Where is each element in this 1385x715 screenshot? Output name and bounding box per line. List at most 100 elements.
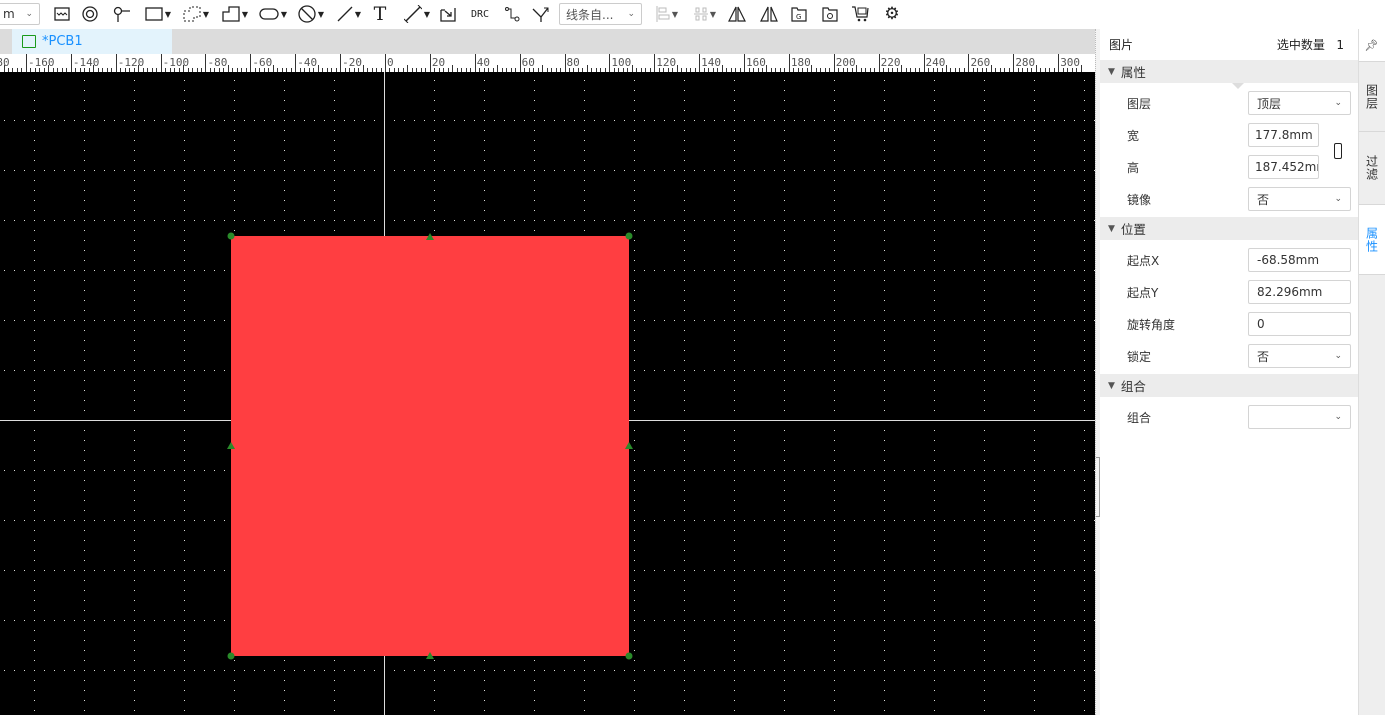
start-y-value: 82.296mm — [1257, 285, 1323, 299]
ruler-label: 280 — [1015, 56, 1035, 69]
ruler-label: -100 — [163, 56, 190, 69]
row-lock: 锁定否 ⌄ — [1100, 340, 1358, 372]
group-select[interactable]: ⌄ — [1248, 405, 1351, 429]
settings-icon[interactable]: ⚙ — [882, 3, 902, 25]
pcb-canvas[interactable] — [0, 72, 1095, 715]
gerber-icon[interactable]: G — [789, 3, 809, 25]
route-mode-value: 线条自... — [566, 7, 614, 22]
polygon-icon[interactable]: ▼ — [220, 3, 250, 25]
unit-select[interactable]: m ⌄ — [0, 3, 40, 25]
route-mode-select[interactable]: 线条自... ⌄ — [559, 3, 642, 25]
side-tabs: 📌︎ 图层 过滤 属性 — [1359, 29, 1385, 715]
resize-handle-tr[interactable] — [625, 232, 633, 240]
mirror-label: 镜像 — [1127, 192, 1152, 207]
properties-panel: 图片 选中数量 1 ▼ 属性 图层 顶层 ⌄ 宽 177.8mm 高 187.452mm 镜… — [1100, 29, 1359, 715]
branch-icon[interactable] — [531, 3, 551, 25]
rect-icon[interactable]: ▼ — [143, 3, 173, 25]
ruler-label: 140 — [701, 56, 721, 69]
lock-label: 锁定 — [1127, 349, 1152, 364]
start-x-label: 起点X — [1127, 253, 1160, 268]
3d-icon[interactable] — [820, 3, 840, 25]
ruler-label: 180 — [791, 56, 811, 69]
section-title: 属性 — [1120, 65, 1146, 80]
layer-select[interactable]: 顶层 ⌄ — [1248, 91, 1351, 115]
circle-slash-icon[interactable]: ▼ — [295, 3, 327, 25]
start-y-input[interactable]: 82.296mm — [1248, 280, 1351, 304]
start-x-value: -68.58mm — [1257, 253, 1320, 267]
selected-image[interactable] — [231, 236, 629, 656]
distribute-icon[interactable]: ▼ — [690, 3, 720, 25]
lock-select[interactable]: 否 ⌄ — [1248, 344, 1351, 368]
height-label: 高 — [1127, 160, 1140, 175]
section-group[interactable]: ▼ 组合 — [1100, 374, 1358, 397]
rotation-input[interactable]: 0 — [1248, 312, 1351, 336]
ruler-label: -140 — [73, 56, 100, 69]
lock-value: 否 — [1257, 349, 1270, 364]
ruler-label: 80 — [567, 56, 580, 69]
chevron-down-icon: ⌄ — [1334, 412, 1342, 422]
row-group: 组合 ⌄ — [1100, 401, 1358, 433]
dimension-icon[interactable]: ▼ — [401, 3, 433, 25]
row-rotation: 旋转角度 0 — [1100, 308, 1358, 340]
horizontal-ruler: -180 -160 -140 -120 -100 -80 -60 -40 -20 0 20 40 60 8… — [0, 54, 1095, 72]
pin-icon[interactable]: 📌︎ — [1359, 29, 1385, 62]
side-tab-filter[interactable]: 过滤 — [1359, 132, 1385, 205]
layer-label: 图层 — [1127, 96, 1152, 111]
row-layer: 图层 顶层 ⌄ — [1100, 87, 1358, 119]
height-input[interactable]: 187.452mm — [1248, 155, 1319, 179]
pad-icon[interactable] — [80, 3, 100, 25]
width-input[interactable]: 177.8mm — [1248, 123, 1319, 147]
resize-handle-br[interactable] — [625, 652, 633, 660]
ellipse-icon[interactable]: ▼ — [257, 3, 289, 25]
unit-value: m — [3, 7, 15, 21]
ruler-label: -20 — [342, 56, 362, 69]
tab-label: *PCB1 — [42, 34, 83, 49]
ruler-label: -80 — [207, 56, 227, 69]
selected-count-label: 选中数量 — [1276, 38, 1325, 52]
row-mirror: 镜像 否 ⌄ — [1100, 183, 1358, 215]
import-icon[interactable] — [438, 3, 458, 25]
document-tab-bar: *PCB1 — [0, 29, 1095, 54]
selected-count: 选中数量 1 — [1277, 36, 1344, 53]
resize-handle-bl[interactable] — [227, 652, 235, 660]
section-properties[interactable]: ▼ 属性 — [1100, 60, 1358, 83]
text-icon[interactable]: T — [370, 3, 390, 25]
route-icon[interactable] — [502, 3, 522, 25]
ruler-label: 100 — [611, 56, 631, 69]
drc-button[interactable]: DRC — [468, 3, 492, 25]
aspect-lock-icon[interactable] — [1334, 143, 1342, 159]
ruler-label: -120 — [118, 56, 145, 69]
bom-icon[interactable] — [851, 3, 871, 25]
ruler-label: -160 — [28, 56, 55, 69]
start-x-input[interactable]: -68.58mm — [1248, 248, 1351, 272]
rotation-label: 旋转角度 — [1127, 317, 1176, 332]
chevron-down-icon: ⌄ — [25, 9, 33, 19]
flip-v-icon[interactable] — [759, 3, 779, 25]
tab-pcb1[interactable]: *PCB1 — [12, 29, 172, 54]
side-tab-properties[interactable]: 属性 — [1359, 205, 1385, 275]
toolbar: m ⌄ ▼ ▼ ▼ ▼ ▼ ▼ T ▼ DRC 线条自... ⌄ ▼ ▼ G ⚙ — [0, 0, 1385, 29]
line-icon[interactable]: ▼ — [334, 3, 364, 25]
footprint-icon[interactable] — [52, 3, 72, 25]
chevron-down-icon: ⌄ — [1334, 98, 1342, 108]
width-label: 宽 — [1127, 128, 1140, 143]
canvas-svg — [0, 72, 1095, 715]
via-icon[interactable] — [111, 3, 131, 25]
section-position[interactable]: ▼ 位置 — [1100, 217, 1358, 240]
chevron-down-icon: ⌄ — [1334, 351, 1342, 361]
svg-text:G: G — [796, 13, 801, 21]
panel-header: 图片 选中数量 1 — [1100, 29, 1358, 60]
selected-count-value: 1 — [1336, 38, 1344, 52]
ruler-label: -40 — [297, 56, 317, 69]
align-icon[interactable]: ▼ — [652, 3, 682, 25]
section-title: 组合 — [1120, 379, 1146, 394]
row-start-y: 起点Y 82.296mm — [1100, 276, 1358, 308]
flip-h-icon[interactable] — [727, 3, 747, 25]
chevron-down-icon: ⌄ — [1334, 194, 1342, 204]
group-label: 组合 — [1127, 410, 1152, 425]
dashed-rect-icon[interactable]: ▼ — [181, 3, 211, 25]
resize-handle-tl[interactable] — [227, 232, 235, 240]
ruler-label: 160 — [746, 56, 766, 69]
side-tab-layers[interactable]: 图层 — [1359, 62, 1385, 132]
mirror-select[interactable]: 否 ⌄ — [1248, 187, 1351, 211]
